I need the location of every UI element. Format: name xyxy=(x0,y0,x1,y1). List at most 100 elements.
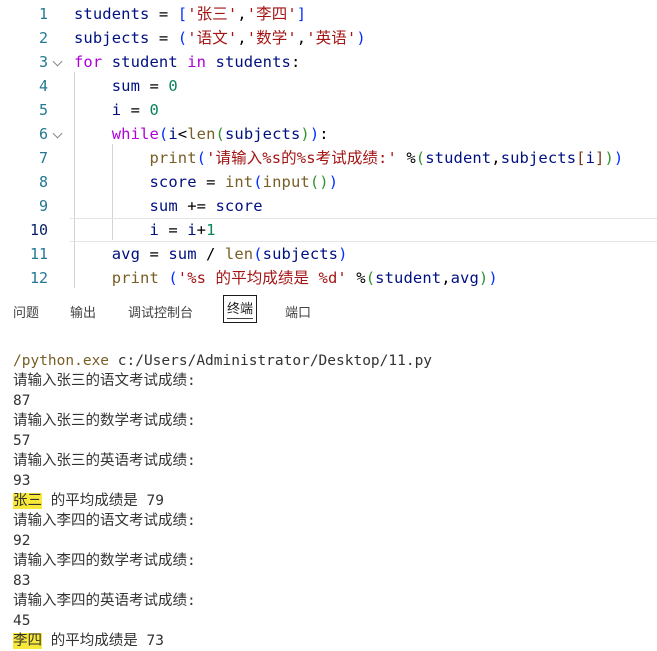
code-token: i xyxy=(187,221,197,239)
code-token: = xyxy=(149,29,178,47)
code-text: print ('%s 的平均成绩是 %d' %(student,avg)) xyxy=(74,266,498,290)
terminal-line: 57 xyxy=(13,433,31,449)
code-line[interactable]: 7 print('请输入%s的%s考试成绩:' %(student,subjec… xyxy=(0,146,657,170)
code-token: subjects xyxy=(262,245,339,263)
code-token: ) xyxy=(604,149,614,167)
tab-ports[interactable]: 端口 xyxy=(285,305,311,323)
code-token: [ xyxy=(177,5,188,23)
line-number: 3 xyxy=(38,53,48,71)
terminal-line-text: 的平均成绩是 79 xyxy=(42,493,164,509)
code-token: : xyxy=(319,125,329,143)
line-number: 2 xyxy=(38,29,48,47)
code-token: for xyxy=(74,53,103,71)
code-token: ( xyxy=(253,173,263,191)
code-line[interactable]: 8 score = int(input()) xyxy=(0,170,657,194)
code-token: = xyxy=(196,173,225,191)
fold-chevron-icon[interactable] xyxy=(52,56,63,67)
terminal-line: 李四 的平均成绩是 73 xyxy=(13,631,164,651)
tab-output[interactable]: 输出 xyxy=(70,305,96,323)
code-token: in xyxy=(187,53,207,71)
code-token: i xyxy=(168,125,178,143)
line-number: 1 xyxy=(38,5,48,23)
code-line[interactable]: 12 print ('%s 的平均成绩是 %d' %(student,avg)) xyxy=(0,266,657,290)
code-token: ( xyxy=(158,125,169,143)
terminal-line: 请输入李四的语文考试成绩: xyxy=(13,513,196,529)
search-highlight: 李四 xyxy=(13,633,42,649)
line-number: 7 xyxy=(38,149,48,167)
code-token: score xyxy=(215,197,263,215)
code-token: subjects xyxy=(500,149,577,167)
code-token: = xyxy=(149,5,178,23)
code-text: score = int(input()) xyxy=(74,170,338,194)
code-line[interactable]: 9 sum += score xyxy=(0,194,657,218)
code-line[interactable]: 5 i = 0 xyxy=(0,98,657,122)
code-token: 1 xyxy=(206,221,216,239)
code-token: student xyxy=(111,53,178,71)
code-line[interactable]: 2 subjects = ('语文','数学','英语') xyxy=(0,26,657,50)
code-token: = xyxy=(121,101,150,119)
line-number: 4 xyxy=(38,77,48,95)
code-token: % xyxy=(396,149,416,167)
terminal-command: /python.exe c:/Users/Administrator/Deskt… xyxy=(13,351,432,371)
code-text: i = 0 xyxy=(74,98,159,122)
terminal-line: 93 xyxy=(13,473,31,489)
code-token: % xyxy=(346,269,366,287)
code-token: ( xyxy=(365,269,376,287)
code-token: ) xyxy=(613,149,624,167)
tab-problems[interactable]: 问题 xyxy=(13,305,39,323)
code-token: ) xyxy=(328,173,339,191)
code-token: ) xyxy=(300,125,310,143)
code-token: avg xyxy=(111,245,141,263)
code-line[interactable]: 1 students = ['张三','李四'] xyxy=(0,2,657,26)
panel-tab-bar: 问题 输出 调试控制台 终端 端口 xyxy=(0,291,657,336)
command-arg: c:/Users/Administrator/Desktop/11.py xyxy=(109,353,433,369)
code-token: input xyxy=(262,173,310,191)
terminal-output[interactable]: /python.exe c:/Users/Administrator/Deskt… xyxy=(0,345,657,651)
code-line[interactable]: 3 for student in students: xyxy=(0,50,657,74)
line-number: 12 xyxy=(29,269,48,287)
code-token: '英语' xyxy=(306,29,357,47)
line-number: 10 xyxy=(29,221,48,239)
code-token: '语文' xyxy=(187,29,238,47)
code-token: / xyxy=(196,245,225,263)
terminal-line: 请输入张三的语文考试成绩: xyxy=(13,373,196,389)
code-line[interactable]: 10 i = i+1 xyxy=(0,218,657,242)
code-token: student xyxy=(425,149,492,167)
code-token: print xyxy=(149,149,197,167)
code-token: sum xyxy=(111,77,141,95)
code-token: subjects xyxy=(74,29,150,47)
code-line[interactable]: 6 while(i<len(subjects)): xyxy=(0,122,657,146)
code-token: subjects xyxy=(224,125,301,143)
code-token: ] xyxy=(296,5,307,23)
line-number: 5 xyxy=(38,101,48,119)
tab-terminal[interactable]: 终端 xyxy=(223,295,258,323)
code-token: ) xyxy=(478,269,489,287)
active-tab-indicator xyxy=(227,318,254,319)
code-token: score xyxy=(149,173,197,191)
terminal-line: 张三 的平均成绩是 79 xyxy=(13,491,164,511)
code-token: = xyxy=(158,221,188,239)
code-line[interactable]: 4 sum = 0 xyxy=(0,74,657,98)
code-text: subjects = ('语文','数学','英语') xyxy=(74,26,366,50)
terminal-line: 45 xyxy=(13,613,31,629)
code-token: = xyxy=(140,245,169,263)
code-text: i = i+1 xyxy=(74,218,216,242)
line-number: 9 xyxy=(38,197,48,215)
code-editor[interactable]: 1 students = ['张三','李四'] 2 subjects = ('语文'… xyxy=(0,0,657,290)
tab-debug-console[interactable]: 调试控制台 xyxy=(128,305,193,323)
terminal-line: 92 xyxy=(13,533,31,549)
fold-chevron-icon[interactable] xyxy=(52,128,63,139)
code-token: 0 xyxy=(168,77,178,95)
code-token: '李四' xyxy=(246,5,297,23)
code-line[interactable]: 11 avg = sum / len(subjects) xyxy=(0,242,657,266)
code-token: : xyxy=(290,53,301,71)
line-number: 8 xyxy=(38,173,48,191)
code-token: , xyxy=(237,5,247,23)
command-exe: /python.exe xyxy=(13,353,110,369)
